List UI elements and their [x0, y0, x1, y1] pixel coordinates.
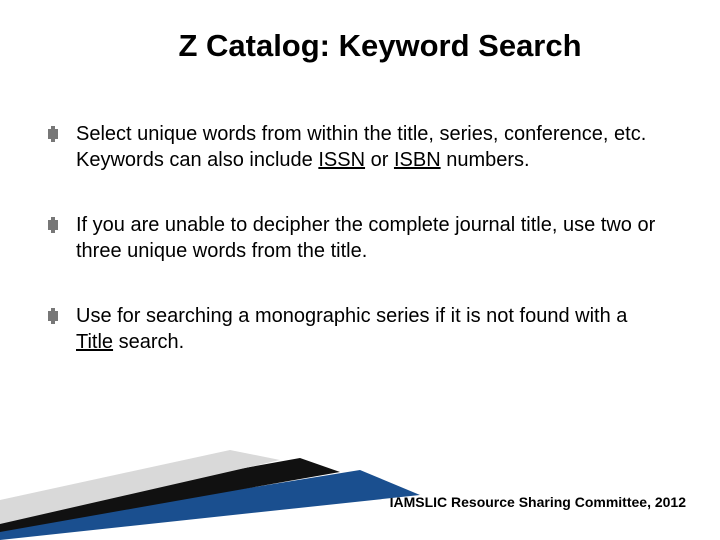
- list-item: Select unique words from within the titl…: [48, 122, 664, 173]
- text: or: [365, 149, 394, 171]
- list-item: Use for searching a monographic series i…: [48, 304, 664, 355]
- slide: Z Catalog: Keyword Search Select unique …: [0, 0, 720, 540]
- text: If you are unable to decipher the comple…: [76, 214, 655, 262]
- bullet-list: Select unique words from within the titl…: [48, 122, 672, 356]
- page-title: Z Catalog: Keyword Search: [48, 28, 672, 64]
- underline-text: ISBN: [394, 149, 441, 171]
- footer-text: IAMSLIC Resource Sharing Committee, 2012: [390, 494, 686, 510]
- text: Use for searching a monographic series i…: [76, 305, 627, 327]
- underline-text: Title: [76, 331, 113, 353]
- text: numbers.: [441, 149, 530, 171]
- text: search.: [113, 331, 184, 353]
- corner-graphic: [0, 450, 420, 540]
- underline-text: ISSN: [318, 149, 365, 171]
- list-item: If you are unable to decipher the comple…: [48, 213, 664, 264]
